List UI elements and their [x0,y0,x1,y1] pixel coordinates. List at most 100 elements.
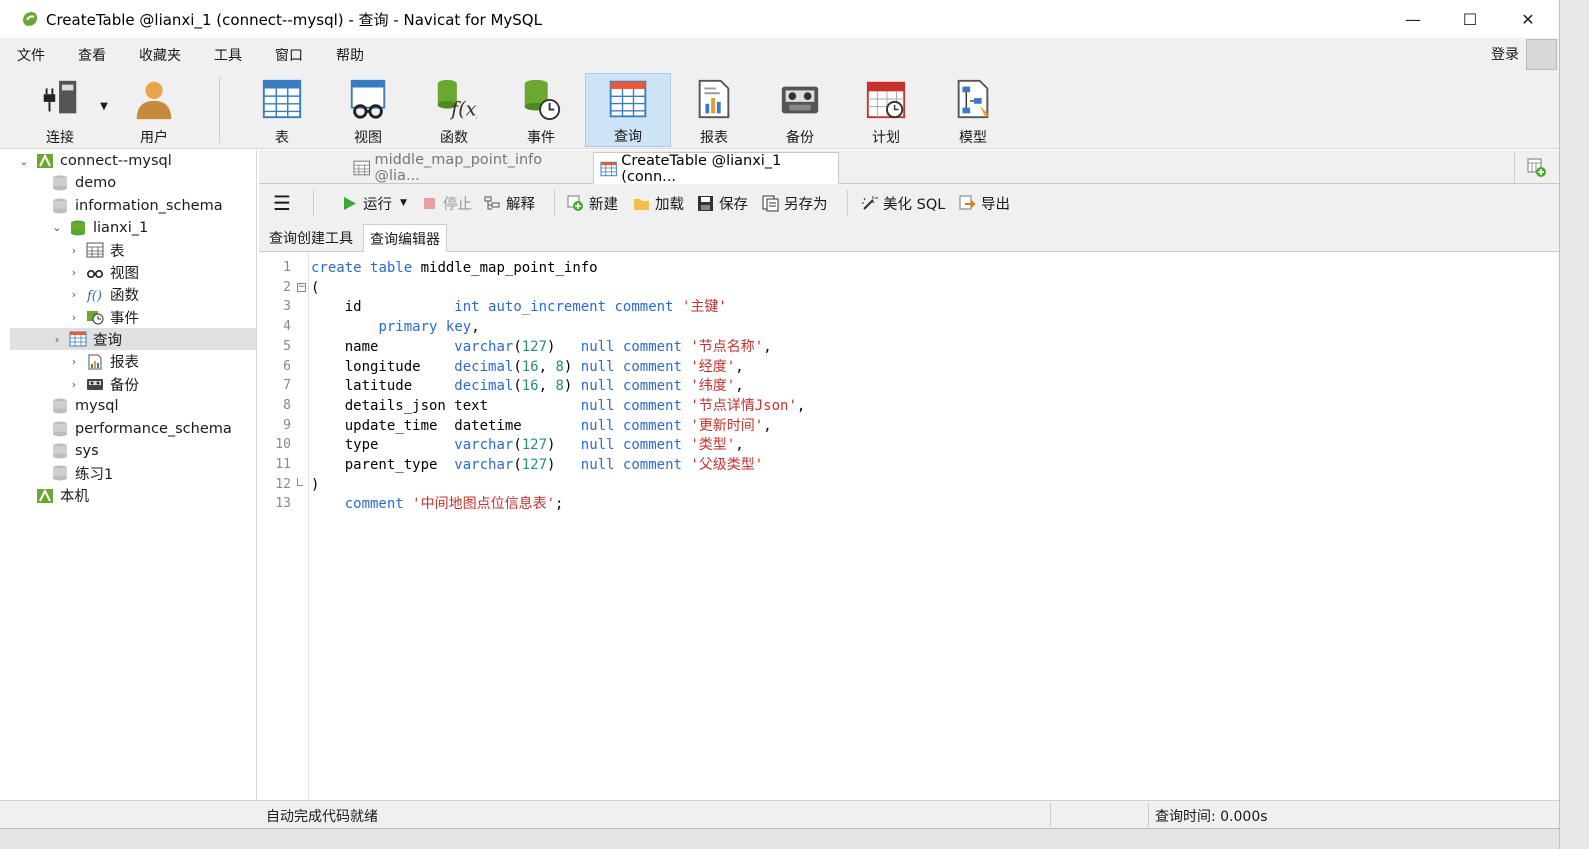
tree-node[interactable]: › 视图 [68,262,139,284]
function-icon: f() [86,287,104,304]
line-number: 12 [275,476,291,492]
tree-node[interactable]: › 报表 [68,351,139,373]
chevron-right-icon[interactable]: › [68,355,80,368]
menu-favorites[interactable]: 收藏夹 [139,45,181,65]
chevron-right-icon[interactable]: › [68,288,80,301]
code-line[interactable]: type varchar(127) null comment '类型', [311,435,744,455]
fold-end-marker [297,477,303,486]
beautify-sql-button[interactable]: 美化 SQL [861,184,945,222]
connection-icon [36,488,54,504]
tree-node[interactable]: performance_schema [51,418,232,440]
toolbar-label: 查询 [614,129,642,145]
toolbar-connect-button[interactable]: 连接 [30,73,90,147]
toolbar-report-button[interactable]: 报表 [684,73,744,147]
code-line[interactable]: id int auto_increment comment '主键' [311,297,727,317]
menu-view[interactable]: 查看 [78,45,106,65]
code-line[interactable]: primary key, [311,317,479,337]
tree-node[interactable]: demo [51,172,116,194]
tree-node-label: 练习1 [75,466,114,483]
line-number-gutter: 1 2 3 4 5 6 7 8 9 10 11 12 13− [259,252,309,800]
explain-button[interactable]: 解释 [484,184,535,222]
tree-node-label: connect--mysql [60,153,172,169]
stop-button[interactable]: 停止 [421,184,472,222]
tree-node-label: 本机 [60,489,89,505]
tree-node[interactable]: information_schema [51,195,223,217]
save-button[interactable]: 保存 [697,184,748,222]
main-toolbar: 连接 ▼ 用户 表 视图 f(x) 函数 事件 查询 报表 [0,71,1559,149]
tree-node[interactable]: › 查询 [10,328,256,351]
navigation-tree: ⌄ connect--mysql demo information_schema ⌄ li… [10,150,257,800]
tree-node[interactable]: sys [51,440,99,462]
chevron-right-icon[interactable]: › [68,266,80,279]
load-button[interactable]: 加载 [633,184,684,222]
tree-node[interactable]: 练习1 [51,462,113,484]
connect-dropdown-arrow[interactable]: ▼ [98,73,110,147]
toolbar-user-button[interactable]: 用户 [124,73,184,147]
tree-node[interactable]: 本机 [18,485,89,507]
save-as-button[interactable]: 另存为 [762,184,828,222]
new-tab-button[interactable] [1514,152,1558,183]
menu-tools[interactable]: 工具 [214,45,242,65]
code-line[interactable]: longitude decimal(16, 8) null comment '经… [311,357,744,377]
maximize-button[interactable]: ☐ [1442,0,1498,38]
export-button[interactable]: 导出 [959,184,1010,222]
separator [554,190,555,216]
tree-node[interactable]: ⌄ connect--mysql [18,150,172,172]
tab-query-editor[interactable]: 查询编辑器 [363,224,447,252]
tree-node[interactable]: mysql [51,395,119,417]
chevron-down-icon[interactable]: ⌄ [51,221,63,234]
tree-node[interactable]: › 事件 [68,306,139,328]
separator [1148,803,1149,827]
code-line[interactable]: comment '中间地图点位信息表'; [311,494,564,514]
chevron-right-icon[interactable]: › [51,333,63,346]
toolbar-table-button[interactable]: 表 [252,73,312,147]
code-line[interactable]: create table middle_map_point_info [311,258,598,278]
tree-node-label: sys [75,442,99,459]
tree-node[interactable]: › f() 函数 [68,284,139,306]
toolbar-backup-button[interactable]: 备份 [770,73,830,147]
toolbar-schedule-button[interactable]: 计划 [856,73,916,147]
toolbar-function-button[interactable]: f(x) 函数 [424,73,484,147]
toolbar-view-button[interactable]: 视图 [338,73,398,147]
new-query-button[interactable]: 新建 [567,184,618,222]
navicat-window: CreateTable @lianxi_1 (connect--mysql) -… [0,0,1559,849]
avatar[interactable] [1526,39,1557,70]
tab-middle-map-point-info[interactable]: middle_map_point_info @lia... [347,152,592,184]
code-line[interactable]: latitude decimal(16, 8) null comment '纬度… [311,376,744,396]
menu-window[interactable]: 窗口 [275,45,303,65]
tab-query-builder[interactable]: 查询创建工具 [263,224,359,252]
tree-node[interactable]: ⌄ lianxi_1 [51,217,148,239]
query-toolbar: ☰ 运行 ▼ 停止 解释 新建 加载 保存 另存为 美化 SQL 导出 [259,184,1559,222]
database-icon [51,465,69,481]
tab-createtable[interactable]: CreateTable @lianxi_1 (conn... [593,152,839,185]
chevron-down-icon[interactable]: ⌄ [18,155,30,168]
chevron-right-icon[interactable]: › [68,311,80,324]
close-button[interactable]: ✕ [1500,0,1556,38]
menu-file[interactable]: 文件 [17,45,45,65]
tree-node[interactable]: › 表 [68,239,125,261]
tree-node[interactable]: › 备份 [68,373,139,395]
code-line[interactable]: details_json text null comment '节点详情Json… [311,396,806,416]
code-line[interactable]: ( [311,278,319,298]
minimize-button[interactable]: — [1385,0,1441,38]
line-number: 10 [275,437,291,453]
login-link[interactable]: 登录 [1491,44,1519,64]
chevron-right-icon[interactable]: › [68,244,80,257]
toolbar-label: 备份 [786,130,814,146]
code-line[interactable]: update_time datetime null comment '更新时间'… [311,416,772,436]
toolbar-event-button[interactable]: 事件 [511,73,571,147]
fold-toggle-icon[interactable]: − [297,282,306,292]
run-dropdown-arrow[interactable]: ▼ [400,198,407,208]
run-button[interactable]: 运行 ▼ [341,184,407,222]
sql-editor[interactable]: 1 2 3 4 5 6 7 8 9 10 11 12 13− create table middle_m… [259,252,1559,800]
toolbar-query-button[interactable]: 查询 [585,73,671,147]
chevron-right-icon[interactable]: › [68,378,80,391]
menu-hamburger-button[interactable]: ☰ [273,184,291,222]
model-icon [957,79,990,119]
menu-help[interactable]: 帮助 [336,45,364,65]
code-line[interactable]: parent_type varchar(127) null comment '父… [311,455,764,475]
code-line[interactable]: name varchar(127) null comment '节点名称', [311,337,772,357]
code-line[interactable]: ) [311,475,319,495]
toolbar-model-button[interactable]: 模型 [943,73,1003,147]
function-icon: f(x) [437,79,477,120]
